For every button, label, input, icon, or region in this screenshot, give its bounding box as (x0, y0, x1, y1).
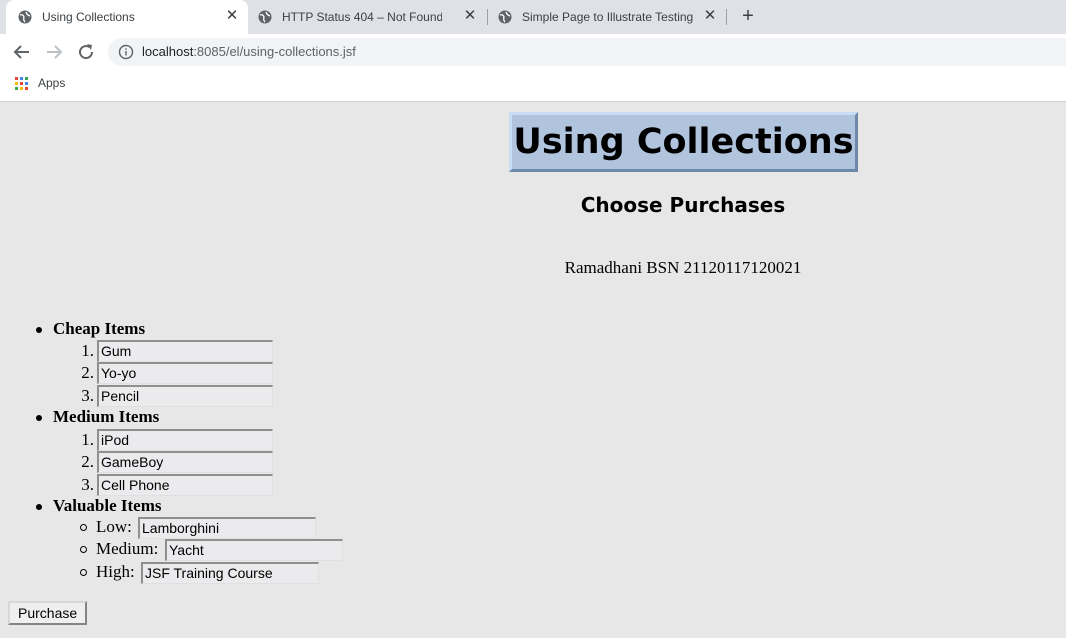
list-circle (80, 569, 87, 576)
page-content: Using Collections Choose Purchases Ramad… (0, 103, 1066, 638)
title-box: Using Collections (509, 112, 858, 172)
bookmarks-bar (0, 70, 1066, 102)
url-host: localhost (142, 44, 194, 59)
item-field[interactable]: Gum (97, 340, 273, 362)
new-tab-icon[interactable]: + (738, 6, 758, 26)
item-number: 3. (81, 386, 94, 405)
list-circle (80, 546, 87, 553)
back-arrow-icon[interactable] (10, 40, 34, 64)
valuable-field-low[interactable]: Lamborghini (138, 517, 316, 539)
valuable-label-medium: Medium: (96, 539, 159, 558)
list-bullet (36, 504, 42, 510)
list-circle (80, 524, 87, 531)
tab-using-collections[interactable]: Using Collections ✕ (6, 0, 248, 34)
page-title: Using Collections (513, 122, 854, 162)
valuable-field-high[interactable]: JSF Training Course (141, 562, 319, 584)
item-number: 2. (81, 363, 94, 382)
globe-icon (498, 10, 512, 24)
valuable-field-medium[interactable]: Yacht (165, 539, 343, 561)
item-field[interactable]: iPod (97, 429, 273, 451)
address-bar[interactable]: localhost:8085/el/using-collections.jsf (108, 38, 1066, 66)
valuable-label-low: Low: (96, 517, 132, 536)
forward-arrow-icon[interactable] (42, 40, 66, 64)
item-field[interactable]: Yo-yo (97, 362, 273, 384)
globe-icon (258, 10, 272, 24)
page-subtitle: Choose Purchases (580, 193, 786, 217)
url-path: :8085/el/using-collections.jsf (193, 44, 356, 59)
purchase-button[interactable]: Purchase (8, 601, 88, 625)
apps-bookmark[interactable]: Apps (38, 76, 65, 90)
tab-title: Using Collections (42, 10, 135, 24)
item-number: 3. (81, 475, 94, 494)
tab-title: Simple Page to Illustrate Testing (522, 10, 694, 24)
apps-grid-icon[interactable] (15, 77, 29, 91)
tab-title: HTTP Status 404 – Not Found (282, 10, 442, 24)
item-field[interactable]: Cell Phone (97, 474, 273, 496)
reload-icon[interactable] (74, 40, 98, 64)
list-bullet (36, 415, 42, 421)
category-valuable-items: Valuable Items (53, 496, 162, 515)
valuable-label-high: High: (96, 562, 135, 581)
tab-separator (726, 9, 727, 25)
info-icon[interactable] (118, 44, 134, 60)
close-tab-icon[interactable]: ✕ (702, 8, 718, 24)
globe-icon (18, 10, 32, 24)
close-tab-icon[interactable]: ✕ (462, 8, 478, 24)
item-number: 2. (81, 452, 94, 471)
item-number: 1. (81, 430, 94, 449)
category-medium-items: Medium Items (53, 407, 160, 426)
item-number: 1. (81, 341, 94, 360)
author-line: Ramadhani BSN 21120117120021 (564, 258, 802, 277)
close-tab-icon[interactable]: ✕ (224, 8, 240, 24)
item-field[interactable]: GameBoy (97, 451, 273, 473)
category-cheap-items: Cheap Items (53, 319, 146, 338)
tab-http-status-404[interactable]: HTTP Status 404 – Not Found ✕ (246, 0, 486, 34)
tab-simple-page[interactable]: Simple Page to Illustrate Testing ✕ (486, 0, 726, 34)
list-bullet (36, 327, 42, 333)
tab-strip: Using Collections ✕ HTTP Status 404 – No… (0, 0, 1066, 34)
url-text: localhost:8085/el/using-collections.jsf (142, 44, 356, 59)
item-field[interactable]: Pencil (97, 385, 273, 407)
